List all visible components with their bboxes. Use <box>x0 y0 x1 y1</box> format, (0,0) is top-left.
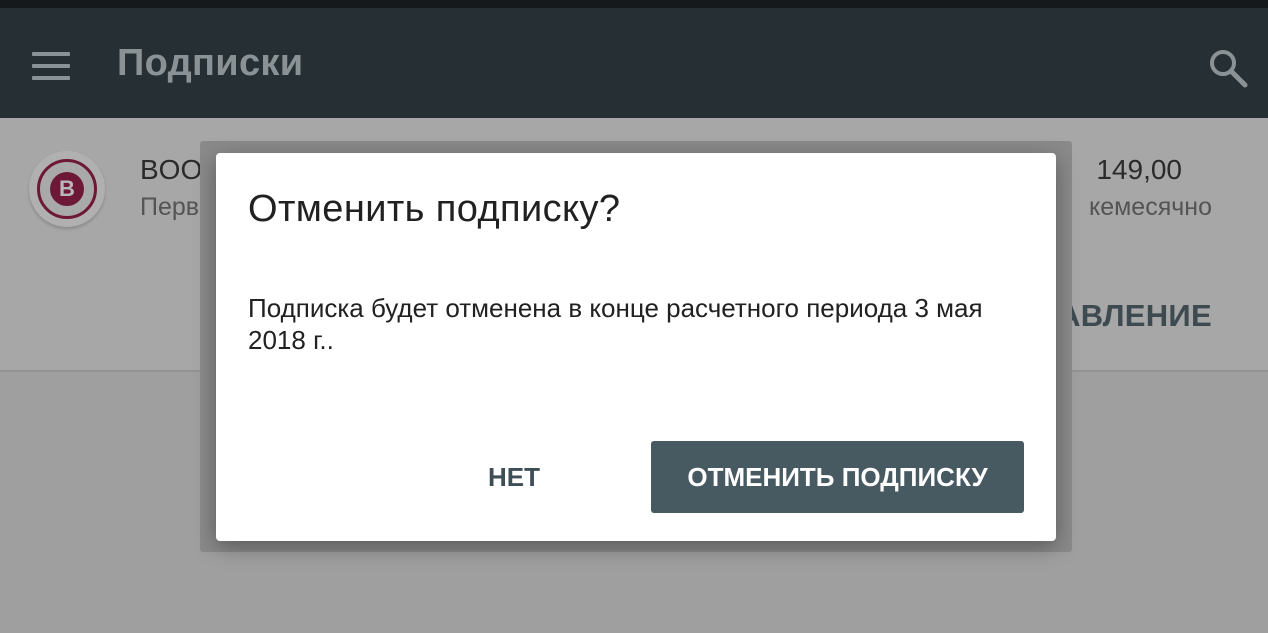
manage-button[interactable]: АВЛЕНИЕ <box>1058 298 1212 334</box>
dialog-title: Отменить подписку? <box>248 188 621 230</box>
subscription-period: кемесячно <box>1089 193 1212 221</box>
cancel-subscription-button[interactable]: ОТМЕНИТЬ ПОДПИСКУ <box>651 441 1024 513</box>
cancel-subscription-dialog: Отменить подписку? Подписка будет отмене… <box>216 153 1056 541</box>
no-button[interactable]: НЕТ <box>454 441 574 513</box>
app-logo: B <box>29 151 105 227</box>
status-bar <box>0 0 1268 8</box>
app-bar: Подписки <box>0 8 1268 118</box>
dialog-message: Подписка будет отменена в конце расчетно… <box>248 293 983 355</box>
search-icon[interactable] <box>1206 46 1250 90</box>
menu-icon[interactable] <box>32 52 72 80</box>
subscription-detail: Перв <box>140 193 200 221</box>
logo-letter: B <box>50 172 84 206</box>
subscription-price: 149,00 <box>1096 154 1182 185</box>
page-title: Подписки <box>117 42 304 84</box>
subscription-name: BOO <box>140 154 203 185</box>
